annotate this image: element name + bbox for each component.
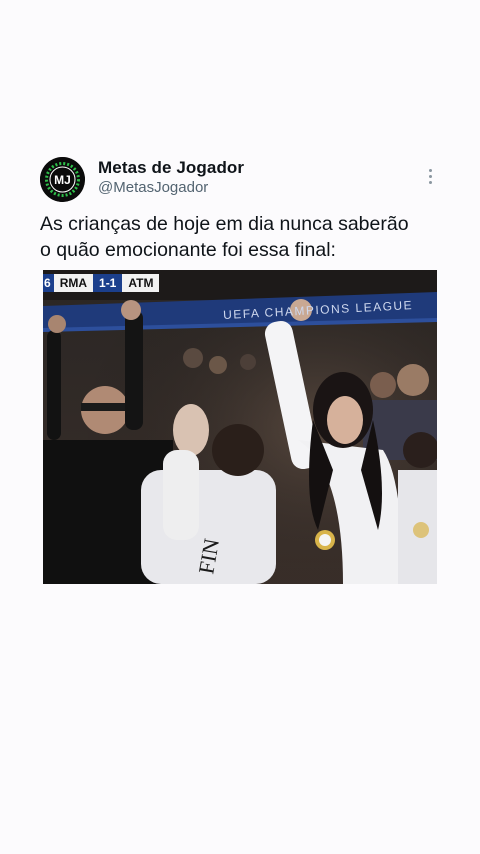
match-score: 1-1 [93,274,123,292]
more-vertical-icon[interactable] [420,164,442,188]
display-name[interactable]: Metas de Jogador [98,158,244,178]
tweet-card: MJ Metas de Jogador @MetasJogador As cri… [0,0,480,854]
tweet-text: As crianças de hoje em dia nunca saberão… [40,213,409,261]
match-scorebug: 6 RMA 1-1 ATM [43,274,160,292]
user-handle[interactable]: @MetasJogador [98,179,208,196]
mj-logo-icon: MJ [40,157,85,202]
away-team: ATM [122,274,160,292]
tweet-video[interactable]: FIN 6 RMA 1-1 ATM UEFA CHAMPIONS LEAGUE [43,270,437,584]
home-team: RMA [53,274,94,292]
svg-text:MJ: MJ [54,173,71,187]
match-minute: 6 [43,274,54,292]
avatar[interactable]: MJ [40,157,85,202]
